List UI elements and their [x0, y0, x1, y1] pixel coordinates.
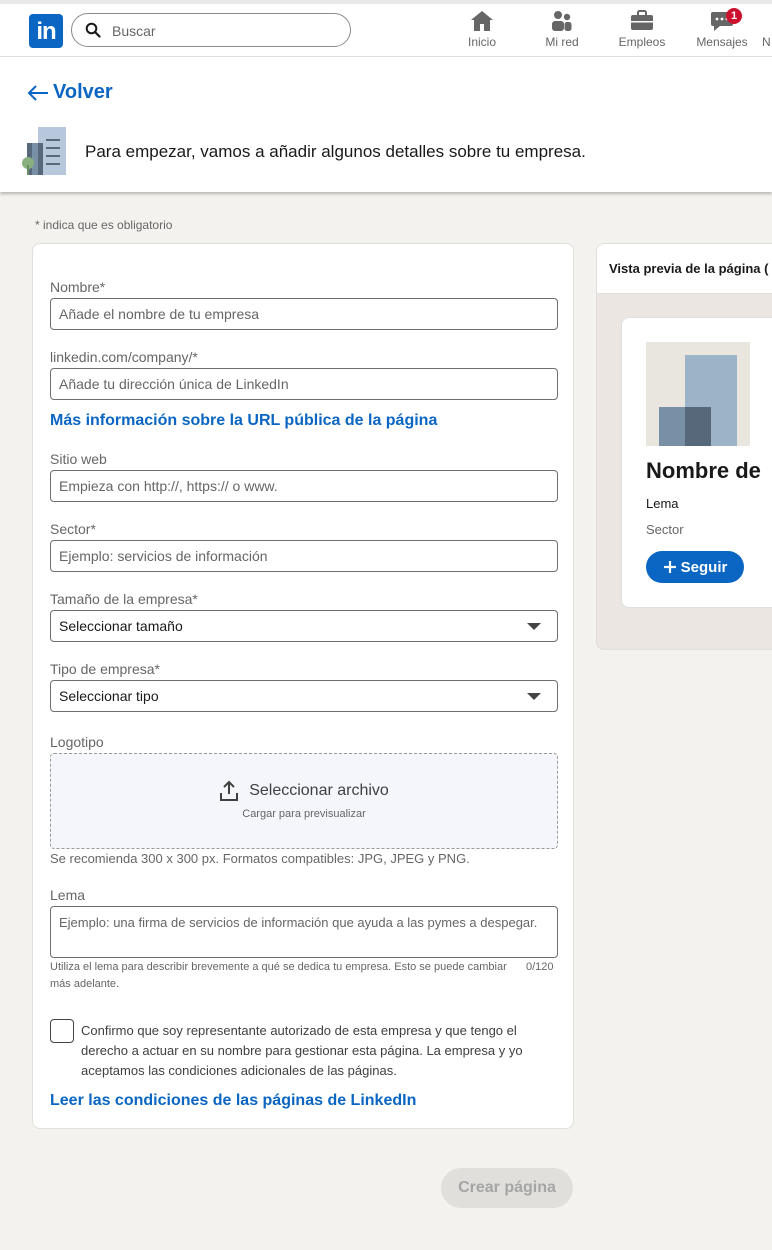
- company-type-value: Seleccionar tipo: [59, 688, 159, 704]
- confirm-text: Confirmo que soy representante autorizad…: [81, 1023, 523, 1078]
- nav-item-network[interactable]: Mi red: [522, 10, 602, 50]
- company-size-label: Tamaño de la empresa*: [50, 591, 198, 607]
- page-preview: Vista previa de la página ( Nombre de Le…: [596, 243, 772, 650]
- logo-upload-area[interactable]: Seleccionar archivo Cargar para previsua…: [50, 753, 558, 849]
- intro-text: Para empezar, vamos a añadir algunos det…: [85, 142, 586, 161]
- preview-logo-placeholder: [646, 342, 750, 446]
- company-logo-placeholder-icon: [646, 342, 750, 446]
- search-box[interactable]: [71, 13, 351, 47]
- website-label: Sitio web: [50, 451, 107, 467]
- preview-tagline: Lema: [646, 496, 679, 511]
- building-illustration-icon: [22, 127, 66, 175]
- tagline-counter: 0/120: [526, 961, 554, 973]
- nav-item-messaging[interactable]: 1 Mensajes: [682, 8, 762, 50]
- required-note: * indica que es obligatorio: [35, 218, 173, 232]
- nav-item-jobs[interactable]: Empleos: [602, 10, 682, 50]
- logo-label: Logotipo: [50, 734, 104, 750]
- arrow-left-icon: [27, 84, 48, 101]
- terms-link[interactable]: Leer las condiciones de las páginas de L…: [50, 1092, 416, 1110]
- industry-label: Sector*: [50, 521, 96, 537]
- search-icon: [85, 22, 101, 38]
- upload-icon: [220, 780, 239, 801]
- company-type-label: Tipo de empresa*: [50, 661, 160, 677]
- back-link[interactable]: Volver: [27, 81, 113, 104]
- notification-badge: 1: [726, 8, 742, 24]
- header-panel: Volver Para empezar, vamos a añadir algu…: [0, 57, 772, 192]
- plus-icon: [663, 561, 676, 573]
- chevron-down-icon: [527, 693, 541, 700]
- briefcase-icon: [631, 10, 653, 30]
- follow-label: Seguir: [680, 558, 728, 576]
- preview-card: Nombre de Lema Sector Seguir: [621, 317, 772, 608]
- nav-label: Empleos: [618, 35, 666, 49]
- nav-item-notifications[interactable]: N: [762, 10, 772, 50]
- upload-subtitle: Cargar para previsualizar: [242, 808, 366, 820]
- network-icon: [552, 11, 572, 31]
- company-url-input[interactable]: [50, 368, 558, 400]
- intro: Para empezar, vamos a añadir algunos det…: [22, 127, 586, 177]
- search-input[interactable]: [112, 21, 332, 41]
- preview-company-name: Nombre de: [646, 458, 761, 483]
- back-label: Volver: [53, 81, 113, 103]
- url-label: linkedin.com/company/*: [50, 349, 198, 365]
- website-input[interactable]: [50, 470, 558, 502]
- nav-label: Mi red: [545, 35, 579, 49]
- company-form: Nombre* linkedin.com/company/* Más infor…: [32, 243, 574, 1129]
- preview-industry: Sector: [646, 522, 684, 537]
- nav-label: Inicio: [467, 35, 496, 49]
- public-url-info-link[interactable]: Más información sobre la URL pública de …: [50, 412, 437, 430]
- linkedin-logo[interactable]: in: [29, 14, 63, 48]
- chevron-down-icon: [527, 623, 541, 630]
- company-size-value: Seleccionar tamaño: [59, 618, 183, 634]
- tagline-textarea[interactable]: [50, 906, 558, 958]
- name-label: Nombre*: [50, 279, 106, 295]
- create-page-button[interactable]: Crear página: [441, 1168, 573, 1208]
- company-size-select[interactable]: Seleccionar tamaño: [50, 610, 558, 642]
- tagline-label: Lema: [50, 887, 86, 903]
- upload-title-text: Seleccionar archivo: [249, 782, 389, 799]
- home-icon: [471, 11, 493, 31]
- nav-label: Mensajes: [696, 35, 748, 49]
- confirm-checkbox[interactable]: [50, 1019, 74, 1043]
- preview-title: Vista previa de la página (: [597, 244, 772, 294]
- company-name-input[interactable]: [50, 298, 558, 330]
- upload-title: Seleccionar archivo: [51, 780, 557, 802]
- follow-button[interactable]: Seguir: [646, 551, 744, 583]
- nav-item-home[interactable]: Inicio: [442, 10, 522, 50]
- company-type-select[interactable]: Seleccionar tipo: [50, 680, 558, 712]
- industry-input[interactable]: [50, 540, 558, 572]
- nav-label: N: [762, 35, 771, 49]
- top-navigation: in Inicio Mi red Empleos: [0, 0, 772, 57]
- logo-hint: Se recomienda 300 x 300 px. Formatos com…: [50, 851, 470, 866]
- tagline-hint: Utiliza el lema para describir brevement…: [50, 961, 507, 990]
